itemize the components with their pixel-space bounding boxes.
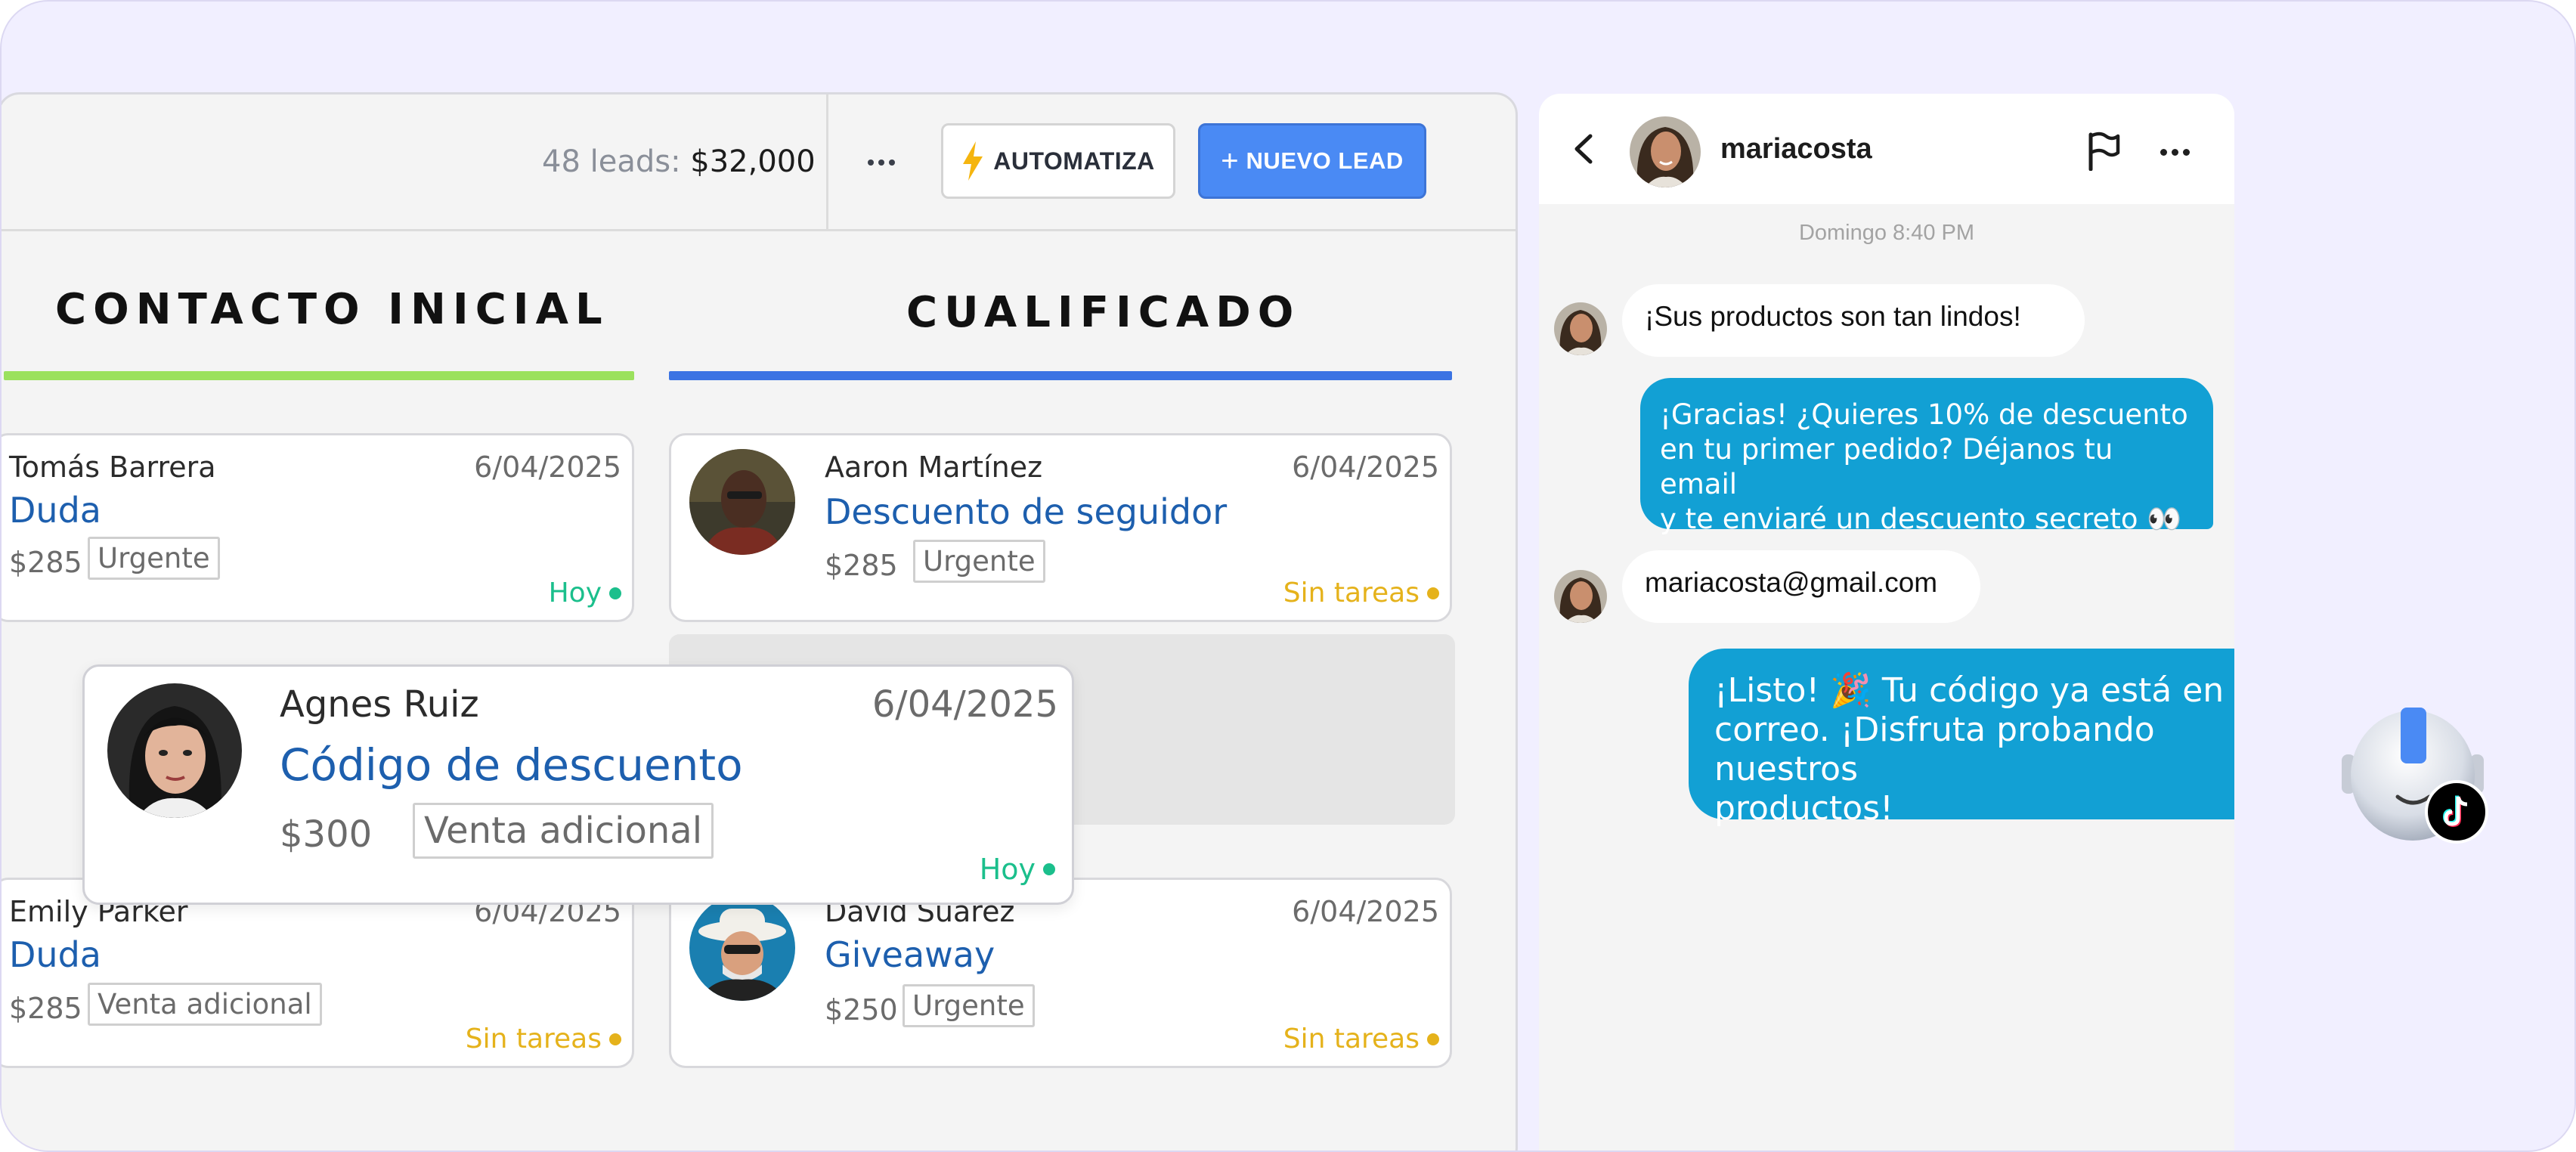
lead-tag: Urgente <box>913 540 1045 583</box>
lead-subject[interactable]: Duda <box>9 934 101 975</box>
lead-date: 6/04/2025 <box>872 683 1058 726</box>
crm-board: 48 leads: $32,000 AUTOMATIZA + NUEVO LEA… <box>2 92 1518 1150</box>
ellipsis-dot <box>2183 148 2190 156</box>
lead-card-david-suarez[interactable]: David Suarez 6/04/2025 Giveaway $250 Urg… <box>669 878 1452 1068</box>
bot-avatar <box>2342 701 2490 845</box>
automate-button[interactable]: AUTOMATIZA <box>941 123 1175 199</box>
leads-amount: $32,000 <box>690 144 816 179</box>
message-line: ¡Listo! 🎉 Tu código ya está en tu <box>1714 671 2234 710</box>
chat-message-outgoing: ¡Listo! 🎉 Tu código ya está en tu correo… <box>1689 649 2234 828</box>
avatar <box>1554 570 1607 623</box>
message-line: ¡Gracias! ¿Quieres 10% de descuento <box>1660 398 2188 431</box>
ellipsis-dot <box>878 159 884 166</box>
lead-status: Sin tareas <box>1283 578 1439 609</box>
lead-subject[interactable]: Descuento de seguidor <box>825 491 1227 532</box>
chat-more-options-button[interactable] <box>2160 141 2206 163</box>
lead-card-agnes-ruiz-dragging[interactable]: Agnes Ruiz 6/04/2025 Código de descuento… <box>82 664 1074 905</box>
plus-icon: + <box>1221 144 1239 178</box>
lead-summary: 48 leads: $32,000 <box>542 144 816 179</box>
lead-date: 6/04/2025 <box>1292 451 1439 484</box>
status-dot-icon <box>609 587 621 599</box>
lead-tag: Urgente <box>88 537 220 580</box>
chat-panel: mariacosta Domingo 8:40 PM ¡Sus producto… <box>1539 94 2234 1150</box>
message-line: correo. ¡Disfruta probando nuestros <box>1714 711 2155 788</box>
person-avatar-icon <box>1630 116 1701 187</box>
lead-status-label: Hoy <box>548 578 602 609</box>
message-line: y te enviaré un descuento secreto 👀 <box>1660 503 2182 535</box>
lead-subject[interactable]: Código de descuento <box>280 739 743 791</box>
lead-name: Aaron Martínez <box>825 451 1043 484</box>
message-line: en tu primer pedido? Déjanos tu email <box>1660 433 2113 500</box>
ellipsis-icon <box>868 159 874 166</box>
lead-tag: Urgente <box>903 984 1035 1027</box>
status-dot-icon <box>1427 587 1439 599</box>
flag-icon[interactable] <box>2085 132 2122 171</box>
chat-timestamp: Domingo 8:40 PM <box>1798 221 1975 245</box>
column-bar-cualificado <box>669 371 1452 380</box>
lead-card-aaron-martinez[interactable]: Aaron Martínez 6/04/2025 Descuento de se… <box>669 433 1452 622</box>
lead-price: $250 <box>825 993 898 1027</box>
chat-message-incoming: ¡Sus productos son tan lindos! <box>1622 284 2085 357</box>
status-dot-icon <box>1043 863 1055 875</box>
lead-name: Agnes Ruiz <box>280 683 479 726</box>
column-bar-contacto-inicial <box>4 371 634 380</box>
back-arrow-icon[interactable] <box>1568 132 1602 166</box>
chat-contact-avatar[interactable] <box>1630 116 1701 187</box>
lead-status-label: Sin tareas <box>465 1023 602 1054</box>
lead-status: Sin tareas <box>1283 1023 1439 1054</box>
lead-price: $300 <box>280 813 373 856</box>
avatar <box>107 683 242 818</box>
person-avatar-icon <box>1554 302 1607 355</box>
person-avatar-icon <box>107 683 242 818</box>
lead-status: Sin tareas <box>466 1023 621 1054</box>
person-avatar-icon <box>689 895 795 1001</box>
lead-subject[interactable]: Duda <box>9 490 101 531</box>
avatar <box>689 449 795 555</box>
ellipsis-dot <box>2172 148 2178 156</box>
lead-price: $285 <box>9 546 82 579</box>
status-dot-icon <box>609 1033 621 1045</box>
avatar <box>689 895 795 1001</box>
new-lead-label: NUEVO LEAD <box>1246 147 1404 174</box>
automate-label: AUTOMATIZA <box>993 147 1155 175</box>
lead-tag: Venta adicional <box>88 983 322 1026</box>
lead-status-label: Sin tareas <box>1283 1023 1420 1054</box>
tiktok-icon <box>2425 780 2488 844</box>
toolbar-divider <box>826 94 828 229</box>
lead-card-tomas-barrera[interactable]: Tomás Barrera 6/04/2025 Duda $285 Urgent… <box>2 433 634 622</box>
column-title-contacto-inicial: CONTACTO INICIAL <box>55 285 609 334</box>
status-dot-icon <box>1427 1033 1439 1045</box>
lead-card-emily-parker[interactable]: Emily Parker 6/04/2025 Duda $285 Venta a… <box>2 878 634 1068</box>
person-avatar-icon <box>689 449 795 555</box>
lead-date: 6/04/2025 <box>474 451 621 484</box>
ellipsis-dot <box>889 159 895 166</box>
app-canvas: 48 leads: $32,000 AUTOMATIZA + NUEVO LEA… <box>0 0 2576 1152</box>
lead-status: Hoy <box>980 853 1055 886</box>
avatar <box>1554 302 1607 355</box>
ellipsis-icon <box>2160 148 2167 156</box>
lightning-bolt-icon <box>963 141 983 181</box>
lead-subject[interactable]: Giveaway <box>825 934 995 975</box>
message-line: productos! <box>1714 789 1893 828</box>
lead-name: Tomás Barrera <box>9 451 216 484</box>
lead-price: $285 <box>9 992 82 1025</box>
person-avatar-icon <box>1554 570 1607 623</box>
lead-status-label: Sin tareas <box>1283 578 1420 609</box>
chat-header: mariacosta <box>1539 94 2234 204</box>
more-options-button[interactable] <box>857 141 906 184</box>
new-lead-button[interactable]: + NUEVO LEAD <box>1198 123 1426 199</box>
lead-status: Hoy <box>549 578 621 609</box>
tiktok-logo <box>2442 795 2468 828</box>
column-title-cualificado: CUALIFICADO <box>906 288 1301 337</box>
lead-status-label: Hoy <box>979 853 1036 886</box>
lead-tag: Venta adicional <box>413 803 714 859</box>
chat-username: mariacosta <box>1720 133 1872 165</box>
leads-count-label: 48 leads: <box>542 144 681 179</box>
board-toolbar: 48 leads: $32,000 AUTOMATIZA + NUEVO LEA… <box>2 94 1516 231</box>
chat-message-incoming: mariacosta@gmail.com <box>1622 550 1980 623</box>
lead-price: $285 <box>825 549 898 582</box>
lead-date: 6/04/2025 <box>1292 895 1439 928</box>
chat-message-outgoing: ¡Gracias! ¿Quieres 10% de descuento en t… <box>1640 378 2213 535</box>
